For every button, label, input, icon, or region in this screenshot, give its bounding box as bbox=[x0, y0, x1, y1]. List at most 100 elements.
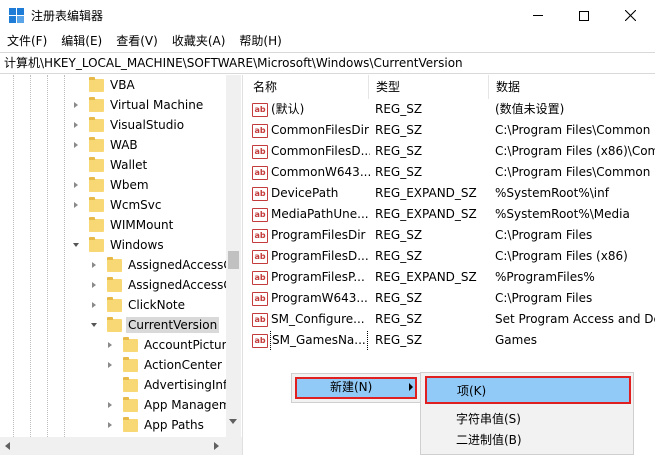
menu-item-key[interactable] bbox=[425, 376, 631, 404]
table-row[interactable]: ab SM_Configure... REG_SZ Set Program Acces… bbox=[246, 309, 655, 330]
table-row[interactable]: ab ProgramW643... REG_SZ C:\Program Files bbox=[246, 288, 655, 309]
scroll-left-icon[interactable] bbox=[5, 442, 10, 450]
value-name: (默认) bbox=[271, 102, 305, 116]
close-button[interactable] bbox=[607, 0, 653, 31]
value-type: REG_SZ bbox=[375, 228, 423, 242]
table-row[interactable]: ab CommonFilesDir REG_SZ C:\Program Files\C… bbox=[246, 120, 655, 141]
string-value-icon: ab bbox=[252, 144, 268, 159]
tree-item[interactable]: Wallet bbox=[72, 155, 149, 175]
tree-item[interactable]: App Paths bbox=[106, 415, 206, 435]
close-icon bbox=[624, 10, 636, 21]
table-row[interactable]: ab CommonFilesD... REG_SZ C:\Program Files … bbox=[246, 141, 655, 162]
folder-icon bbox=[89, 176, 104, 192]
chevron-right-icon bbox=[72, 161, 81, 170]
table-row[interactable]: ab (默认) REG_SZ (数值未设置) bbox=[246, 99, 655, 120]
table-row[interactable]: ab CommonW643... REG_SZ C:\Program Files\Co… bbox=[246, 162, 655, 183]
tree-scroll-thumb[interactable] bbox=[228, 251, 239, 269]
tree-item[interactable]: Virtual Machine bbox=[72, 95, 205, 115]
value-name-cell: ab DevicePath bbox=[252, 183, 370, 204]
chevron-right-icon[interactable] bbox=[72, 121, 81, 130]
maximize-button[interactable] bbox=[561, 0, 607, 31]
scroll-right-icon[interactable] bbox=[214, 442, 219, 450]
tree-horizontal-scrollbar[interactable] bbox=[0, 437, 242, 455]
chevron-right-icon[interactable] bbox=[72, 141, 81, 150]
chevron-right-icon[interactable] bbox=[90, 301, 99, 310]
scroll-down-icon[interactable] bbox=[229, 419, 237, 424]
tree-item[interactable]: ClickNote bbox=[90, 295, 187, 315]
value-data: %ProgramFiles% bbox=[495, 270, 595, 284]
tree-item[interactable]: Wbem bbox=[72, 175, 151, 195]
menu-file[interactable]: 文件(F) bbox=[0, 31, 54, 51]
value-type: REG_SZ bbox=[375, 144, 423, 158]
tree-item[interactable]: WAB bbox=[72, 135, 140, 155]
tree-item-label: WcmSvc bbox=[110, 198, 162, 212]
tree-item[interactable]: WIMMount bbox=[72, 215, 175, 235]
tree-item-label: AssignedAccessC bbox=[128, 258, 232, 272]
tree-item[interactable]: AssignedAccessC bbox=[90, 275, 234, 295]
table-row[interactable]: ab ProgramFilesP... REG_EXPAND_SZ %ProgramF… bbox=[246, 267, 655, 288]
chevron-right-icon[interactable] bbox=[72, 201, 81, 210]
tree-item[interactable]: ActionCenter bbox=[106, 355, 224, 375]
menu-help[interactable]: 帮助(H) bbox=[232, 31, 288, 51]
column-header-type[interactable]: 类型 bbox=[369, 75, 489, 99]
folder-icon bbox=[89, 216, 104, 232]
table-row[interactable]: ab DevicePath REG_EXPAND_SZ %SystemRoot%\in… bbox=[246, 183, 655, 204]
value-name-cell: ab MediaPathUne... bbox=[252, 204, 370, 225]
string-value-icon: ab bbox=[252, 312, 268, 327]
tree-item-label: App Paths bbox=[144, 418, 204, 432]
tree-item[interactable]: CurrentVersion bbox=[90, 315, 220, 335]
value-name-cell: ab ProgramFilesDir bbox=[252, 225, 370, 246]
value-data: %SystemRoot%\Media bbox=[495, 207, 630, 221]
tree-item-label: Windows bbox=[110, 238, 164, 252]
menu-item-binary-value[interactable]: 二进制值(B) bbox=[456, 431, 522, 448]
value-type: REG_SZ bbox=[375, 291, 423, 305]
value-name: SM_GamesNa... bbox=[270, 330, 368, 351]
menu-item-string-value[interactable]: 字符串值(S) bbox=[456, 410, 521, 427]
tree-vertical-scrollbar[interactable] bbox=[226, 75, 241, 455]
folder-icon bbox=[107, 276, 122, 292]
chevron-right-icon[interactable] bbox=[106, 341, 115, 350]
tree-item-label: VBA bbox=[110, 78, 135, 92]
tree-item[interactable]: Windows bbox=[72, 235, 166, 255]
address-bar[interactable]: 计算机\HKEY_LOCAL_MACHINE\SOFTWARE\Microsof… bbox=[0, 52, 655, 74]
menu-view[interactable]: 查看(V) bbox=[109, 31, 165, 51]
chevron-right-icon[interactable] bbox=[90, 281, 99, 290]
tree-item-label: WAB bbox=[110, 138, 138, 152]
value-name-cell: ab ProgramW643... bbox=[252, 288, 370, 309]
value-name: MediaPathUne... bbox=[271, 207, 369, 221]
key-tree[interactable]: VBA Virtual Machine VisualStudio WAB Wallet W… bbox=[0, 75, 243, 455]
value-name: ProgramFilesDir bbox=[271, 228, 366, 242]
table-row[interactable]: ab SM_GamesNa... REG_SZ Games bbox=[246, 330, 655, 351]
tree-item[interactable]: App Managem bbox=[106, 395, 233, 415]
tree-item[interactable]: VisualStudio bbox=[72, 115, 186, 135]
tree-item[interactable]: AssignedAccessC bbox=[90, 255, 234, 275]
table-row[interactable]: ab ProgramFilesDir REG_SZ C:\Program Files bbox=[246, 225, 655, 246]
string-value-icon: ab bbox=[252, 291, 268, 306]
string-value-icon: ab bbox=[252, 207, 268, 222]
value-data: C:\Program Files\Common bbox=[495, 123, 651, 137]
chevron-right-icon[interactable] bbox=[90, 261, 99, 270]
tree-item[interactable]: VBA bbox=[72, 75, 137, 95]
menu-favorites[interactable]: 收藏夹(A) bbox=[165, 31, 233, 51]
folder-icon bbox=[89, 116, 104, 132]
string-value-icon: ab bbox=[252, 249, 268, 264]
column-header-name[interactable]: 名称 bbox=[246, 75, 369, 99]
chevron-right-icon[interactable] bbox=[106, 361, 115, 370]
tree-item[interactable]: WcmSvc bbox=[72, 195, 163, 215]
chevron-right-icon[interactable] bbox=[72, 101, 81, 110]
chevron-down-icon[interactable] bbox=[90, 321, 99, 330]
chevron-right-icon[interactable] bbox=[106, 421, 115, 430]
chevron-right-icon[interactable] bbox=[106, 401, 115, 410]
column-header-data[interactable]: 数据 bbox=[489, 75, 655, 99]
chevron-right-icon[interactable] bbox=[72, 181, 81, 190]
tree-item[interactable]: AccountPicture bbox=[106, 335, 236, 355]
menu-edit[interactable]: 编辑(E) bbox=[54, 31, 109, 51]
value-type: REG_SZ bbox=[375, 102, 423, 116]
chevron-down-icon[interactable] bbox=[72, 241, 81, 250]
context-menu: 新建(N) bbox=[291, 373, 421, 403]
minimize-button[interactable] bbox=[515, 0, 561, 31]
table-row[interactable]: ab ProgramFilesD... REG_SZ C:\Program Files… bbox=[246, 246, 655, 267]
tree-item[interactable]: AdvertisingInfo bbox=[106, 375, 237, 395]
value-type: REG_SZ bbox=[375, 312, 423, 326]
table-row[interactable]: ab MediaPathUne... REG_EXPAND_SZ %SystemRoo… bbox=[246, 204, 655, 225]
